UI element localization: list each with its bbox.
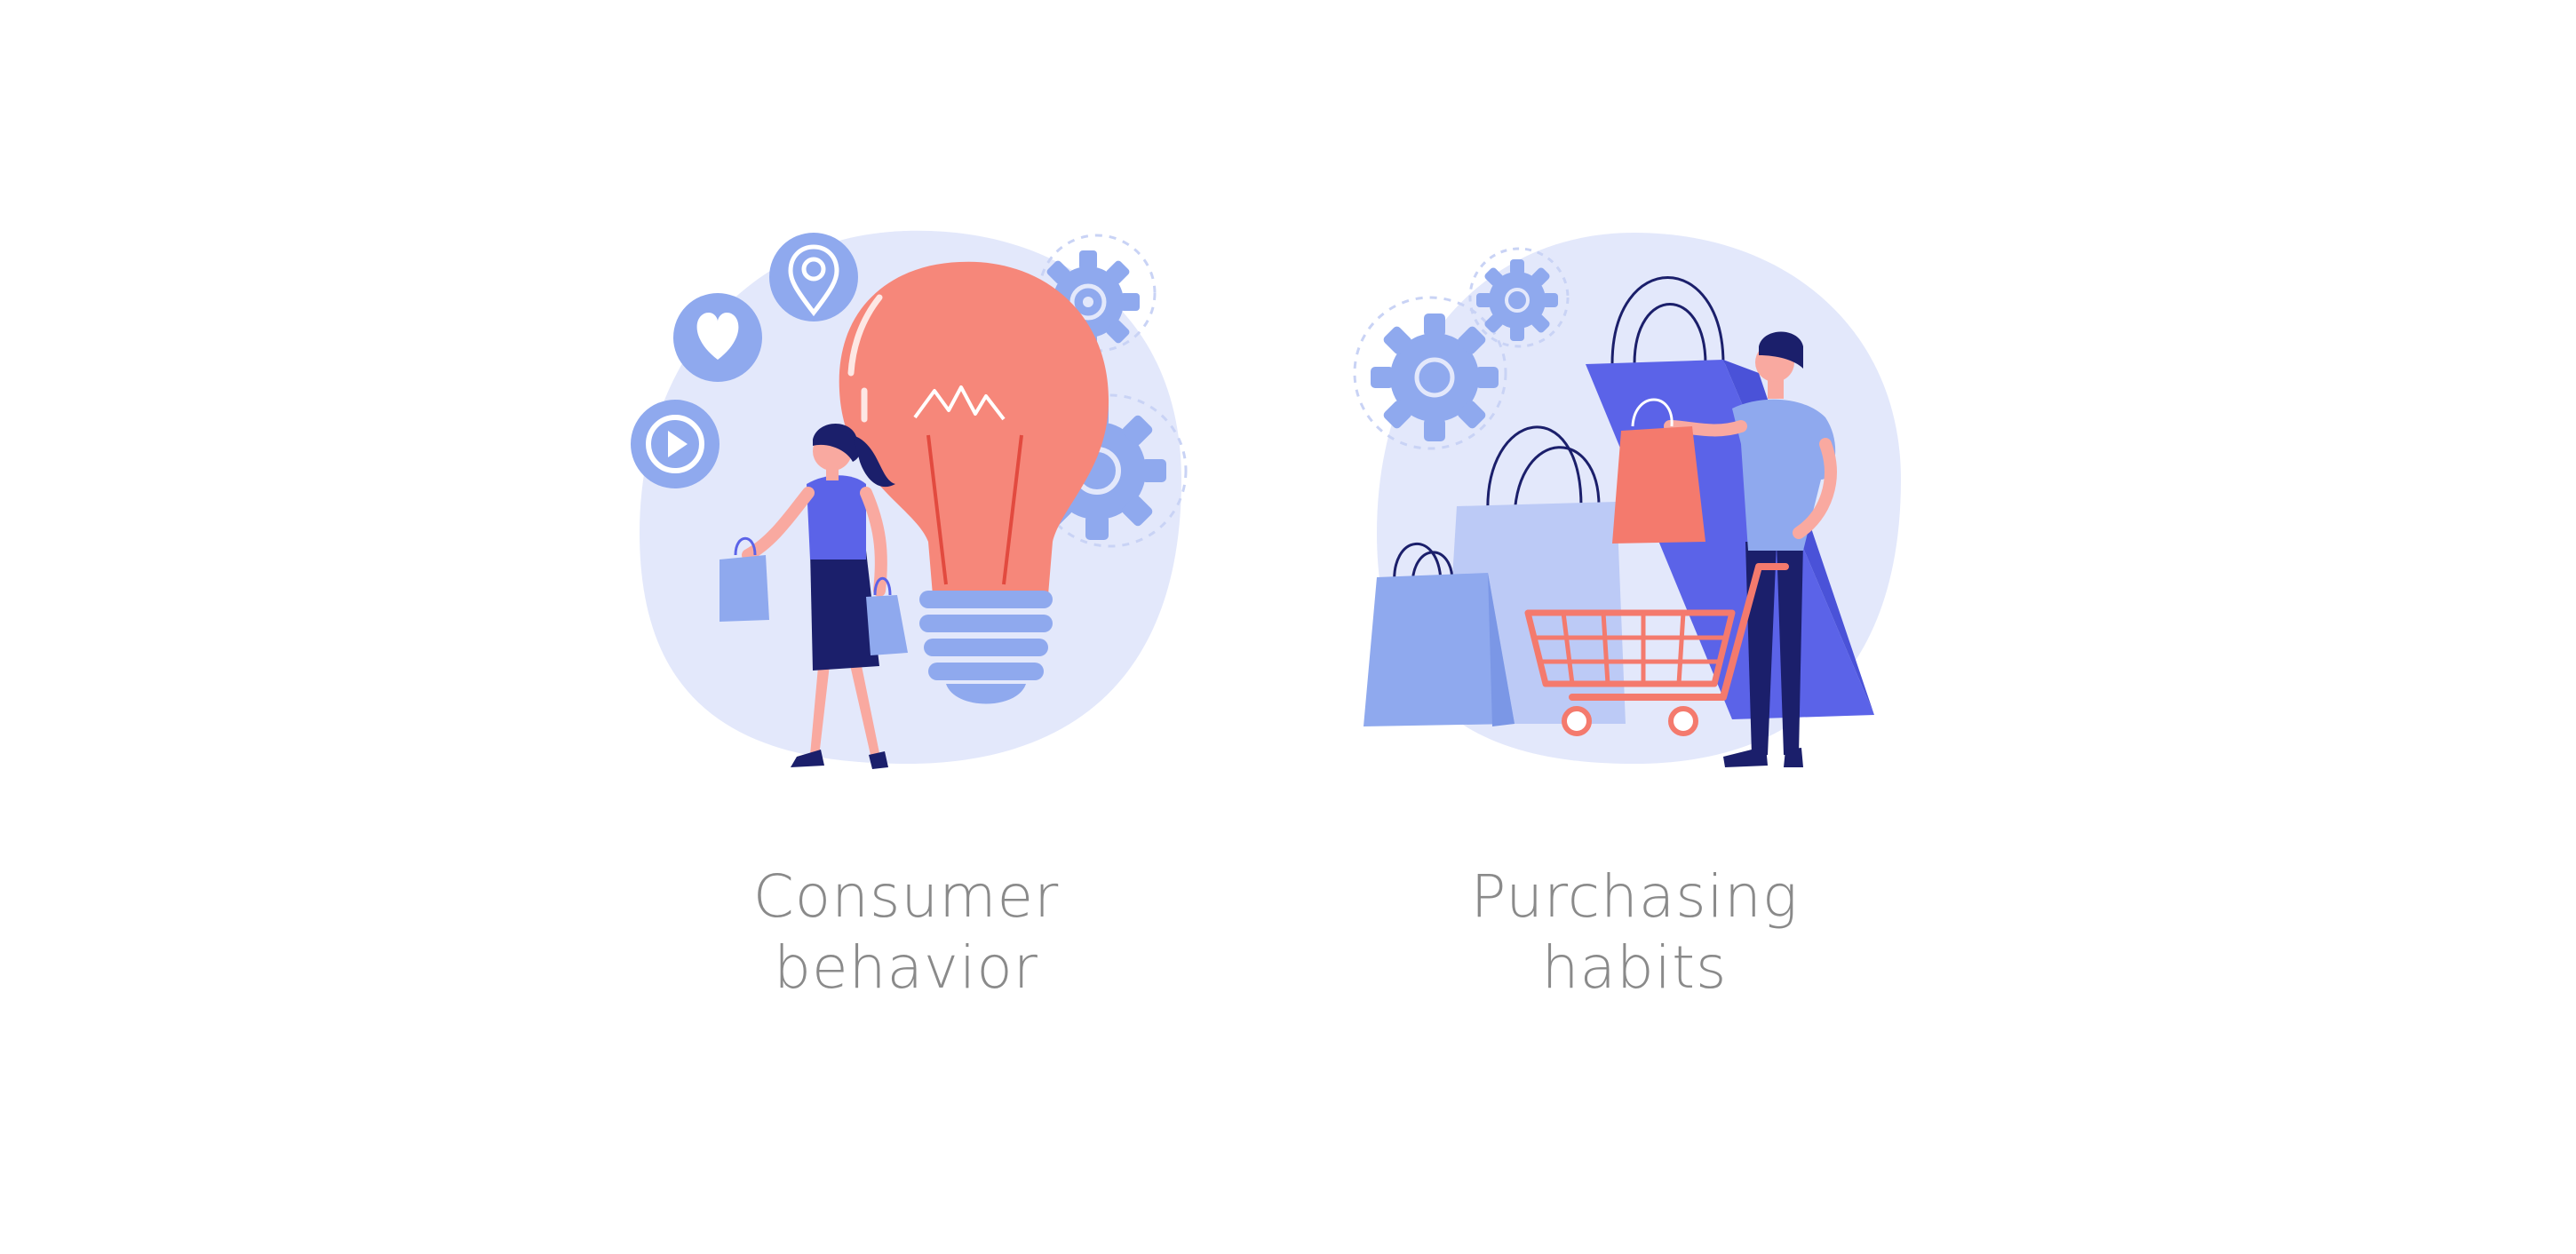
- caption-line: Consumer: [752, 862, 1060, 931]
- caption-line: behavior: [774, 933, 1038, 1002]
- caption-line: Purchasing: [1470, 862, 1799, 931]
- heart-icon: [673, 293, 762, 382]
- caption-consumer-behavior: Consumer behavior: [595, 861, 1217, 1004]
- location-pin-icon: [769, 233, 858, 321]
- canvas: Consumer behavior Purchasing habits: [0, 0, 2576, 1254]
- consumer-behavior-illustration: [631, 230, 1188, 769]
- caption-purchasing-habits: Purchasing habits: [1324, 861, 1945, 1004]
- caption-line: habits: [1541, 933, 1728, 1002]
- gear-icon: [1353, 296, 1507, 450]
- purchasing-habits-illustration: [1353, 233, 1901, 767]
- play-icon: [631, 400, 720, 488]
